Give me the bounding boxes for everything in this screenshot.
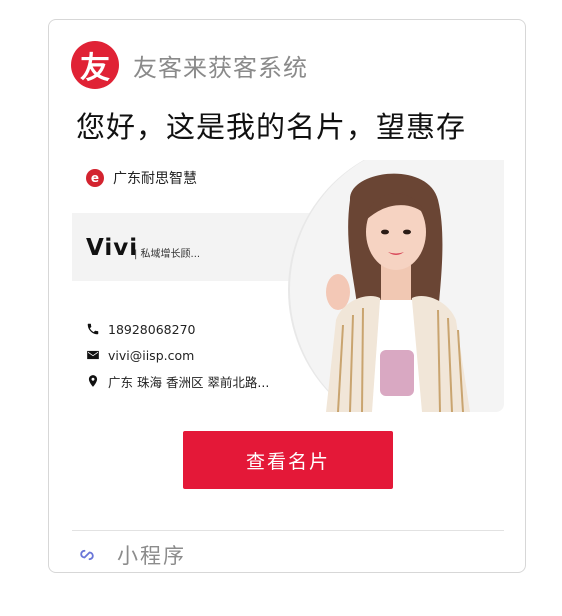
person-name: Vivi xyxy=(86,235,139,261)
address-row: 广东 珠海 香洲区 翠前北路... xyxy=(86,368,269,394)
address-text: 广东 珠海 香洲区 翠前北路... xyxy=(108,374,270,390)
mini-program-footer[interactable]: 小程序 xyxy=(77,540,186,570)
app-name: 友客来获客系统 xyxy=(133,53,308,82)
divider xyxy=(72,530,504,531)
location-pin-icon xyxy=(88,375,98,387)
email-row: vivi@iisp.com xyxy=(86,342,269,368)
phone-row: 18928068270 xyxy=(86,316,269,342)
contact-list: 18928068270 vivi@iisp.com 广东 珠海 香洲区 翠前北路… xyxy=(86,316,269,394)
company-name: 广东耐思智慧 xyxy=(113,171,197,187)
app-logo-icon: 友 xyxy=(71,41,119,89)
mini-program-label: 小程序 xyxy=(117,544,186,568)
company-row: e 广东耐思智慧 xyxy=(86,168,197,188)
email-icon xyxy=(87,350,99,360)
view-card-button[interactable]: 查看名片 xyxy=(183,431,393,489)
name-band: Vivi | 私域增长顾... xyxy=(72,213,322,281)
card-title: 您好，这是我的名片，望惠存 xyxy=(76,110,467,144)
email-address: vivi@iisp.com xyxy=(108,347,195,363)
company-logo-icon: e xyxy=(86,169,104,187)
share-card[interactable]: 友 友客来获客系统 您好，这是我的名片，望惠存 e 广东耐思智慧 Vivi | … xyxy=(48,19,526,573)
phone-icon xyxy=(87,323,99,335)
portrait-illustration xyxy=(326,173,470,412)
portrait-photo xyxy=(288,160,504,412)
person-role: | 私域增长顾... xyxy=(134,249,201,260)
phone-number: 18928068270 xyxy=(108,321,196,337)
business-card-preview[interactable]: e 广东耐思智慧 Vivi | 私域增长顾... 18928068270 viv… xyxy=(72,160,504,412)
mini-program-link-icon xyxy=(80,549,94,561)
card-header: 友 友客来获客系统 xyxy=(71,40,308,90)
